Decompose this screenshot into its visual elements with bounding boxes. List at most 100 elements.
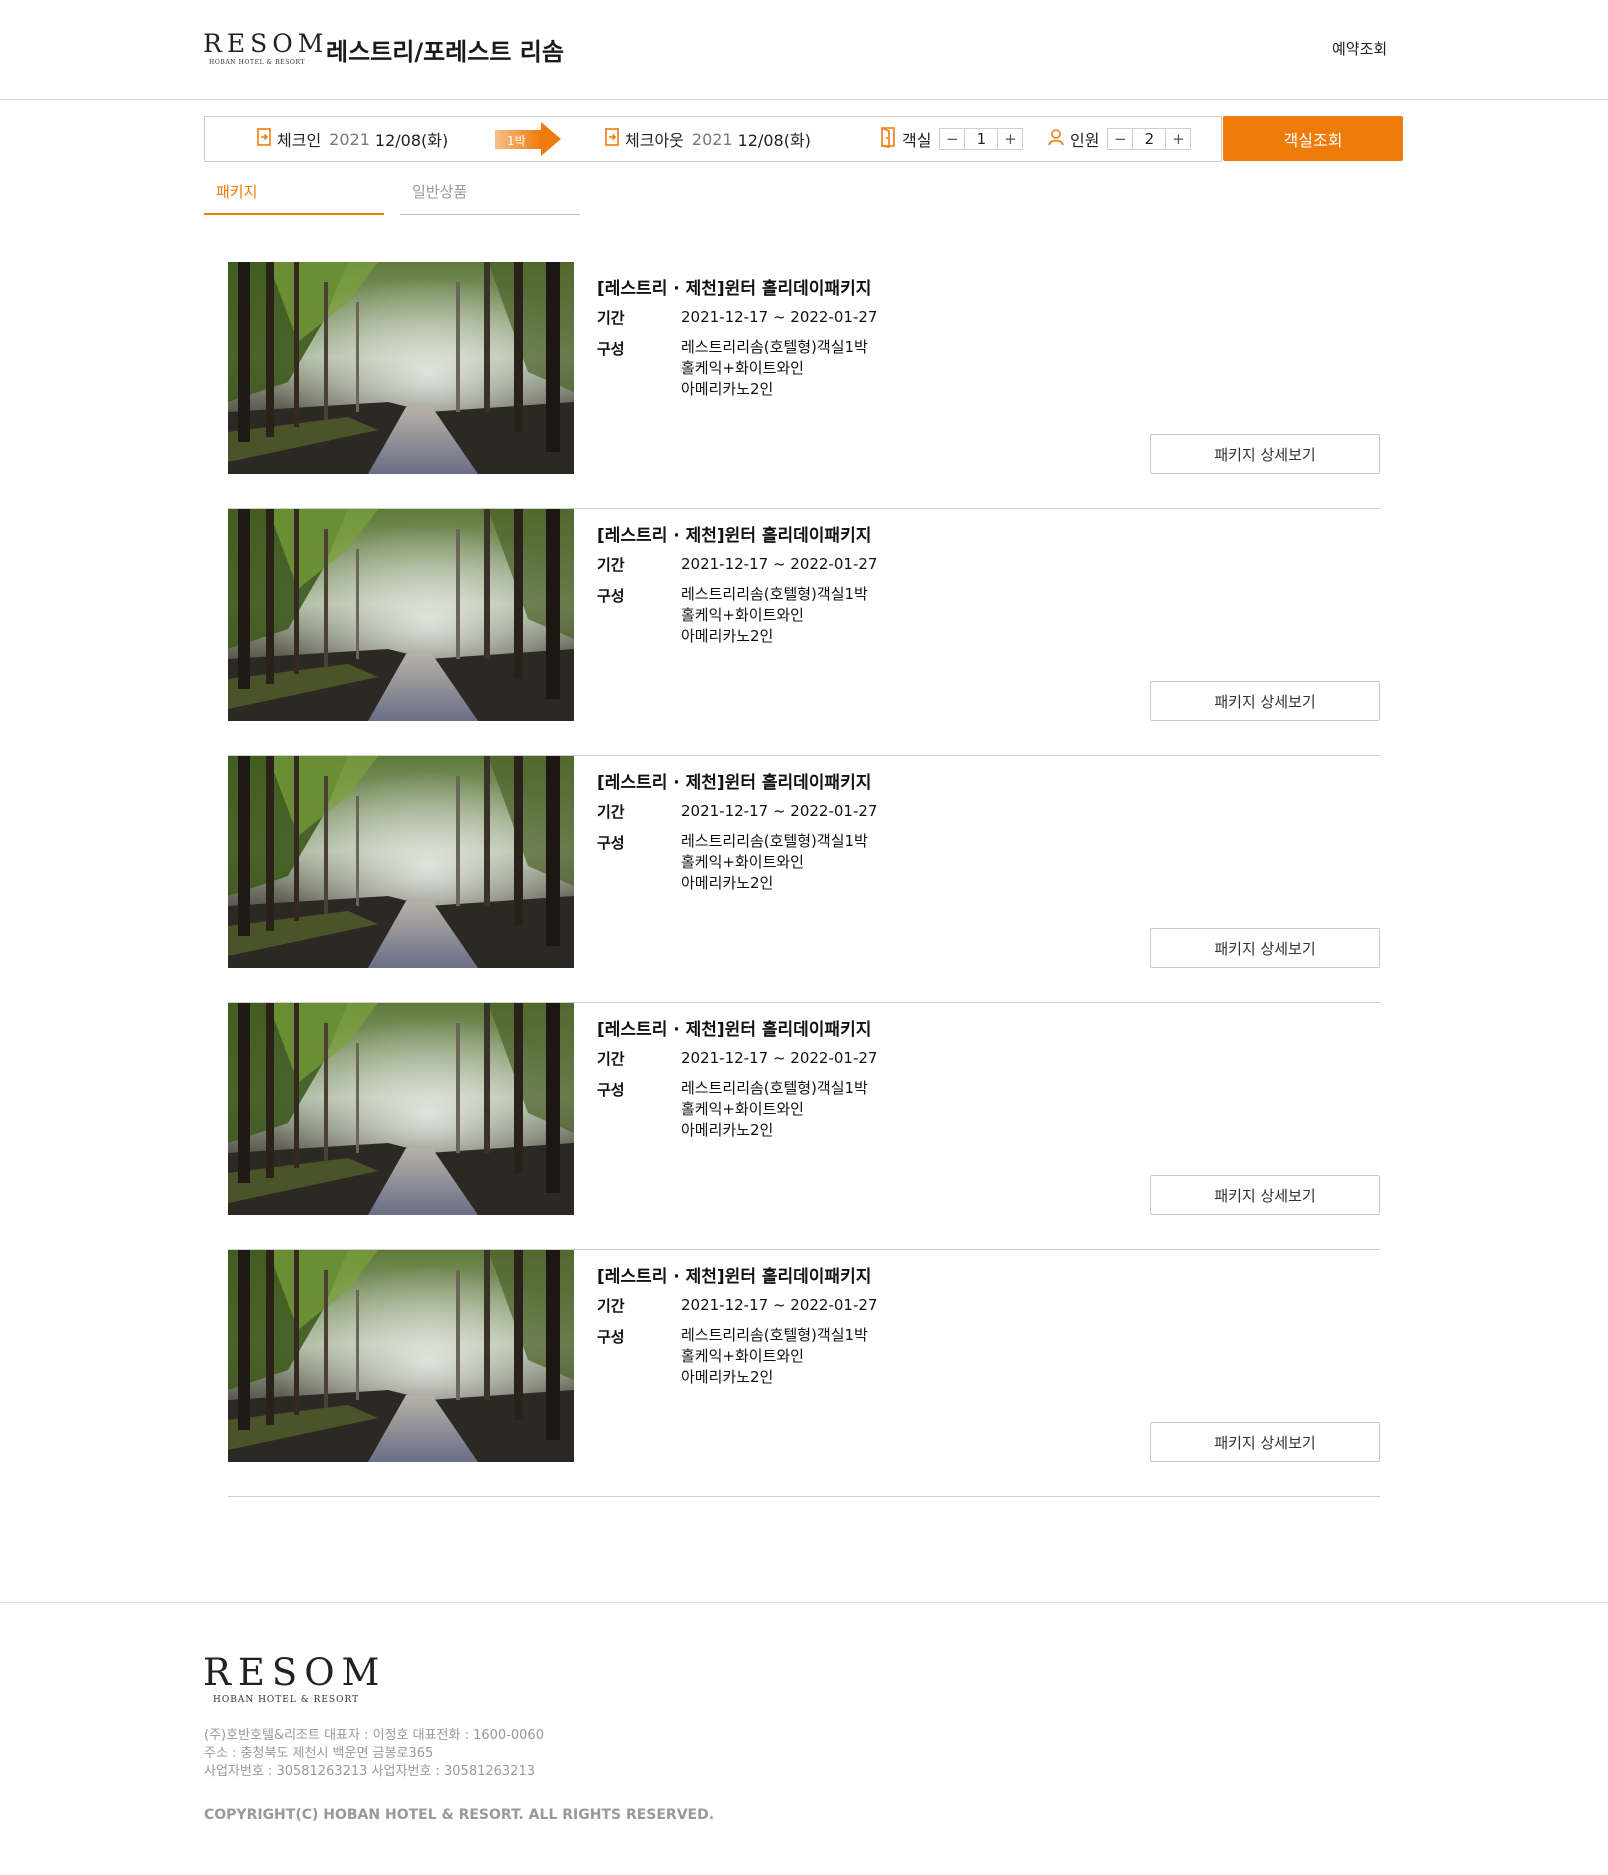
company-info-line: 사업자번호 : 30581263213 사업자번호 : 30581263213 (204, 1764, 535, 1779)
package-item: [레스트리 · 제천]윈터 홀리데이패키지 기간 2021-12-17 ~ 20… (228, 509, 1380, 756)
composition-list: 레스트리리솜(호텔형)객실1박 홀케익+화이트와인 아메리카노2인 (681, 1078, 868, 1141)
guest-count-field: 인원 − 2 + (1048, 117, 1192, 161)
checkout-year: 2021 (691, 129, 733, 149)
checkin-date: 12/08(화) (374, 131, 449, 150)
package-detail-button[interactable]: 패키지 상세보기 (1150, 928, 1380, 968)
composition-item: 아메리카노2인 (681, 380, 774, 398)
period-value: 2021-12-17 ~ 2022-01-27 (681, 802, 878, 820)
checkin-field[interactable]: 체크인 2021 12/08(화) (257, 117, 448, 161)
tab-package[interactable]: 패키지 (204, 180, 384, 215)
room-stepper: − 1 + (939, 128, 1024, 150)
package-item: [레스트리 · 제천]윈터 홀리데이패키지 기간 2021-12-17 ~ 20… (228, 756, 1380, 1003)
guest-increase-button[interactable]: + (1166, 129, 1190, 149)
package-title[interactable]: [레스트리 · 제천]윈터 홀리데이패키지 (597, 1015, 871, 1040)
page-title: 레스트리/포레스트 리솜 (326, 38, 564, 66)
package-title[interactable]: [레스트리 · 제천]윈터 홀리데이패키지 (597, 521, 871, 546)
composition-item: 레스트리리솜(호텔형)객실1박 (681, 338, 868, 356)
period-value: 2021-12-17 ~ 2022-01-27 (681, 1296, 878, 1314)
composition-list: 레스트리리솜(호텔형)객실1박 홀케익+화이트와인 아메리카노2인 (681, 337, 868, 400)
room-search-button[interactable]: 객실조회 (1223, 116, 1403, 161)
site-footer: RESOM HOBAN HOTEL & RESORT (주)호반호텔&리조트 대… (0, 1602, 1608, 1875)
package-item: [레스트리 · 제천]윈터 홀리데이패키지 기간 2021-12-17 ~ 20… (228, 1003, 1380, 1250)
company-info-line: 주소 : 충청북도 제천시 백운면 금봉로365 (204, 1746, 434, 1761)
package-title[interactable]: [레스트리 · 제천]윈터 홀리데이패키지 (597, 768, 871, 793)
person-icon (1048, 128, 1064, 150)
period-label: 기간 (597, 1297, 625, 1315)
package-image[interactable] (228, 756, 574, 968)
site-header: RESOM HOBAN HOTEL & RESORT 레스트리/포레스트 리솜 … (0, 0, 1608, 100)
checkout-label: 체크아웃 (625, 131, 684, 150)
composition-item: 아메리카노2인 (681, 627, 774, 645)
door-out-icon (605, 128, 619, 150)
company-info: (주)호반호텔&리조트 대표자 : 이정호 대표전화 : 1600-0060 주… (204, 1727, 544, 1781)
logo-tagline: HOBAN HOTEL & RESORT (209, 59, 306, 66)
checkout-field[interactable]: 체크아웃 2021 12/08(화) (605, 117, 811, 161)
logo-wordmark: RESOM (203, 29, 329, 58)
composition-label: 구성 (597, 587, 625, 605)
nights-count: 1박 (507, 134, 526, 148)
period-value: 2021-12-17 ~ 2022-01-27 (681, 555, 878, 573)
room-increase-button[interactable]: + (998, 129, 1022, 149)
package-title[interactable]: [레스트리 · 제천]윈터 홀리데이패키지 (597, 1262, 871, 1287)
composition-item: 홀케익+화이트와인 (681, 1347, 804, 1365)
composition-item: 레스트리리솜(호텔형)객실1박 (681, 1326, 868, 1344)
composition-item: 아메리카노2인 (681, 1368, 774, 1386)
package-image[interactable] (228, 509, 574, 721)
footer-logo: RESOM HOBAN HOTEL & RESORT (203, 1651, 387, 1706)
room-label: 객실 (902, 131, 932, 150)
composition-list: 레스트리리솜(호텔형)객실1박 홀케익+화이트와인 아메리카노2인 (681, 584, 868, 647)
period-value: 2021-12-17 ~ 2022-01-27 (681, 1049, 878, 1067)
period-label: 기간 (597, 556, 625, 574)
guest-stepper: − 2 + (1107, 128, 1192, 150)
composition-item: 아메리카노2인 (681, 1121, 774, 1139)
booking-search-bar: 체크인 2021 12/08(화) 1박 체크아웃 2021 12/08(화) … (204, 116, 1222, 162)
package-detail-button[interactable]: 패키지 상세보기 (1150, 434, 1380, 474)
composition-item: 레스트리리솜(호텔형)객실1박 (681, 1079, 868, 1097)
footer-logo-tagline: HOBAN HOTEL & RESORT (213, 1695, 360, 1705)
guest-label: 인원 (1070, 131, 1100, 150)
checkout-date: 12/08(화) (737, 131, 811, 150)
composition-label: 구성 (597, 834, 625, 852)
door-in-icon (257, 128, 271, 150)
checkin-year: 2021 (329, 129, 370, 149)
package-detail-button[interactable]: 패키지 상세보기 (1150, 1175, 1380, 1215)
period-label: 기간 (597, 1050, 625, 1068)
nights-badge: 1박 (495, 122, 561, 156)
composition-item: 홀케익+화이트와인 (681, 1100, 804, 1118)
reservation-lookup-link[interactable]: 예약조회 (1332, 38, 1387, 59)
tab-general-products[interactable]: 일반상품 (400, 180, 580, 215)
composition-label: 구성 (597, 1081, 625, 1099)
composition-item: 홀케익+화이트와인 (681, 606, 804, 624)
package-title[interactable]: [레스트리 · 제천]윈터 홀리데이패키지 (597, 274, 871, 299)
room-count-value[interactable]: 1 (964, 129, 999, 149)
composition-label: 구성 (597, 1328, 625, 1346)
package-detail-button[interactable]: 패키지 상세보기 (1150, 681, 1380, 721)
composition-item: 아메리카노2인 (681, 874, 774, 892)
copyright: COPYRIGHT(C) HOBAN HOTEL & RESORT. ALL R… (204, 1807, 715, 1823)
composition-list: 레스트리리솜(호텔형)객실1박 홀케익+화이트와인 아메리카노2인 (681, 1325, 868, 1388)
guest-count-value[interactable]: 2 (1132, 129, 1167, 149)
package-image[interactable] (228, 262, 574, 474)
composition-list: 레스트리리솜(호텔형)객실1박 홀케익+화이트와인 아메리카노2인 (681, 831, 868, 894)
room-decrease-button[interactable]: − (940, 129, 964, 149)
composition-item: 레스트리리솜(호텔형)객실1박 (681, 832, 868, 850)
composition-item: 홀케익+화이트와인 (681, 853, 804, 871)
package-item: [레스트리 · 제천]윈터 홀리데이패키지 기간 2021-12-17 ~ 20… (228, 262, 1380, 509)
package-item: [레스트리 · 제천]윈터 홀리데이패키지 기간 2021-12-17 ~ 20… (228, 1250, 1380, 1497)
footer-logo-wordmark: RESOM (203, 1651, 387, 1694)
company-info-line: (주)호반호텔&리조트 대표자 : 이정호 대표전화 : 1600-0060 (204, 1728, 544, 1743)
package-image[interactable] (228, 1003, 574, 1215)
period-value: 2021-12-17 ~ 2022-01-27 (681, 308, 878, 326)
period-label: 기간 (597, 309, 625, 327)
room-count-field: 객실 − 1 + (880, 117, 1024, 161)
guest-decrease-button[interactable]: − (1108, 129, 1132, 149)
composition-item: 레스트리리솜(호텔형)객실1박 (681, 585, 868, 603)
composition-item: 홀케익+화이트와인 (681, 359, 804, 377)
composition-label: 구성 (597, 340, 625, 358)
door-icon (880, 126, 896, 152)
package-image[interactable] (228, 1250, 574, 1462)
logo[interactable]: RESOM HOBAN HOTEL & RESORT (203, 29, 329, 67)
period-label: 기간 (597, 803, 625, 821)
checkin-label: 체크인 (277, 131, 322, 150)
package-detail-button[interactable]: 패키지 상세보기 (1150, 1422, 1380, 1462)
